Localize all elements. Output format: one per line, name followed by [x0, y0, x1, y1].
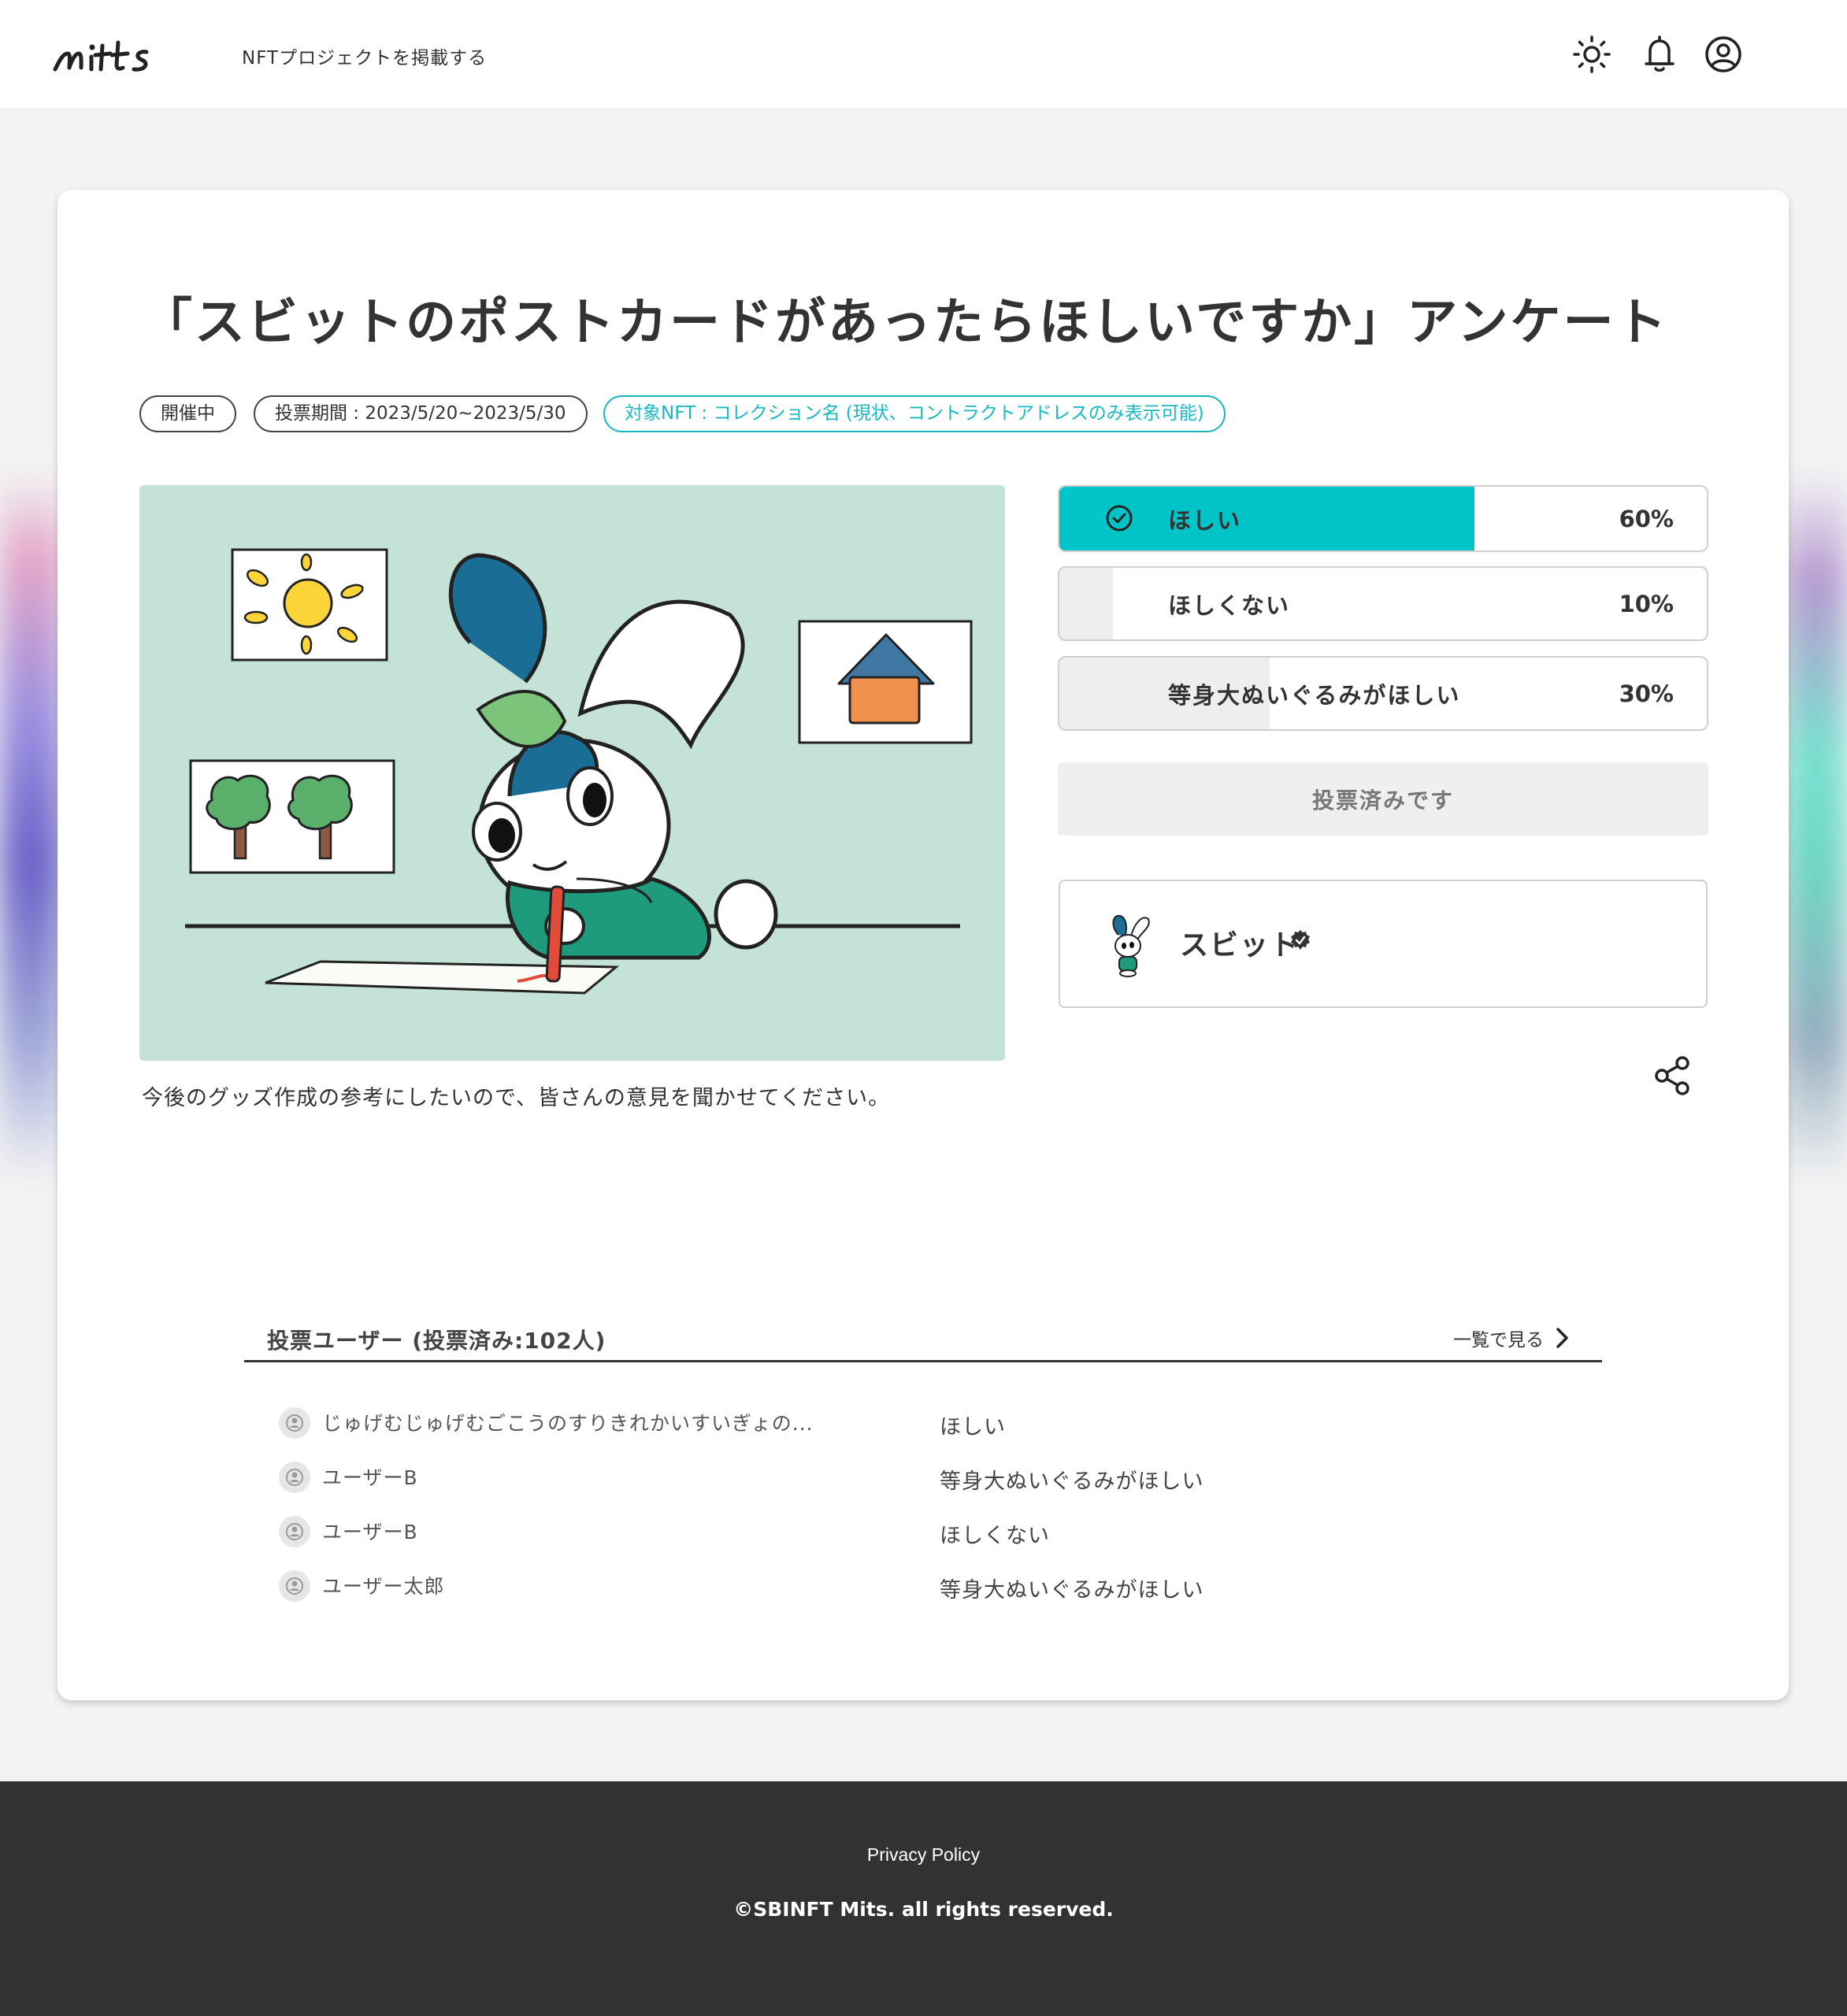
voter-row[interactable]: ユーザーB ほしくない: [278, 1512, 1302, 1551]
voter-row[interactable]: じゅげむじゅげむごこうのすりきれかいすいぎょの... ほしい: [278, 1403, 1302, 1443]
see-all-link[interactable]: 一覧で見る: [1453, 1325, 1572, 1351]
list-nft-project-link[interactable]: NFTプロジェクトを掲載する: [242, 43, 487, 69]
voter-name: ユーザー太郎: [322, 1575, 445, 1598]
poll-hero-image: [139, 485, 1005, 1061]
user-avatar-icon: [279, 1516, 310, 1547]
voter-row[interactable]: ユーザー太郎 等身大ぬいぐるみがほしい: [278, 1566, 1302, 1606]
voter-choice: 等身大ぬいぐるみがほしい: [940, 1469, 1204, 1494]
voter-choice: ほしい: [940, 1415, 1006, 1440]
site-header: NFTプロジェクトを掲載する: [0, 0, 1847, 108]
target-nft-badge[interactable]: 対象NFT : コレクション名 (現状、コントラクトアドレスのみ表示可能): [603, 395, 1226, 432]
poll-description: 今後のグッズ作成の参考にしたいので、皆さんの意見を聞かせてください。: [142, 1086, 891, 1110]
poll-option-want[interactable]: ほしい 60%: [1058, 485, 1708, 552]
voter-name: ユーザーB: [322, 1466, 418, 1489]
share-icon[interactable]: [1651, 1054, 1695, 1098]
voting-period-badge: 投票期間 : 2023/5/20~2023/5/30: [254, 395, 588, 432]
background-glow-right: [1784, 472, 1847, 1181]
user-avatar-icon: [279, 1462, 310, 1493]
voted-button: 投票済みです: [1058, 762, 1708, 836]
option-percent: 60%: [1619, 505, 1674, 532]
user-avatar-icon: [279, 1570, 310, 1602]
sun-picture: [231, 548, 388, 662]
option-percent: 30%: [1619, 680, 1674, 707]
option-label: 等身大ぬいぐるみがほしい: [1168, 681, 1461, 709]
check-circle-icon: [1106, 505, 1133, 532]
see-all-label: 一覧で見る: [1453, 1330, 1544, 1351]
poll-title: 「スビットのポストカードがあったらほしいですか」アンケート: [142, 294, 1669, 352]
poll-option-dont-want[interactable]: ほしくない 10%: [1058, 566, 1708, 641]
option-label: ほしくない: [1168, 591, 1291, 619]
voters-title: 投票ユーザー (投票済み:102人): [267, 1328, 606, 1354]
background-glow-left: [0, 472, 63, 1181]
mits-logo[interactable]: [52, 36, 158, 76]
chevron-right-icon: [1556, 1328, 1568, 1348]
voter-name: ユーザーB: [322, 1521, 418, 1544]
sun-icon[interactable]: [1571, 34, 1612, 75]
option-result-bar: [1059, 568, 1113, 639]
trees-picture: [189, 759, 395, 874]
poll-option-lifesize-plush[interactable]: 等身大ぬいぐるみがほしい 30%: [1058, 656, 1708, 731]
creator-name: スビット: [1180, 929, 1300, 962]
voter-choice: ほしくない: [940, 1524, 1050, 1548]
verified-badge-icon: [1291, 930, 1310, 950]
bell-icon[interactable]: [1639, 34, 1680, 75]
house-picture: [798, 620, 973, 744]
option-percent: 10%: [1619, 590, 1674, 617]
voter-row[interactable]: ユーザーB 等身大ぬいぐるみがほしい: [278, 1458, 1302, 1497]
user-avatar-icon: [279, 1407, 310, 1439]
creator-avatar: [1112, 914, 1150, 977]
site-footer: Privacy Policy ©SBINFT Mits. all rights …: [0, 1781, 1847, 2016]
status-badge: 開催中: [139, 395, 236, 432]
voter-choice: 等身大ぬいぐるみがほしい: [940, 1578, 1204, 1603]
option-label: ほしい: [1168, 506, 1242, 534]
voters-header: 投票ユーザー (投票済み:102人) 一覧で見る: [244, 1307, 1602, 1362]
user-circle-icon[interactable]: [1703, 34, 1744, 75]
voter-name: じゅげむじゅげむごこうのすりきれかいすいぎょの...: [322, 1412, 814, 1435]
privacy-policy-link[interactable]: Privacy Policy: [0, 1844, 1847, 1866]
copyright-text: ©SBINFT Mits. all rights reserved.: [733, 1898, 1114, 1921]
creator-card[interactable]: スビット: [1059, 880, 1708, 1008]
